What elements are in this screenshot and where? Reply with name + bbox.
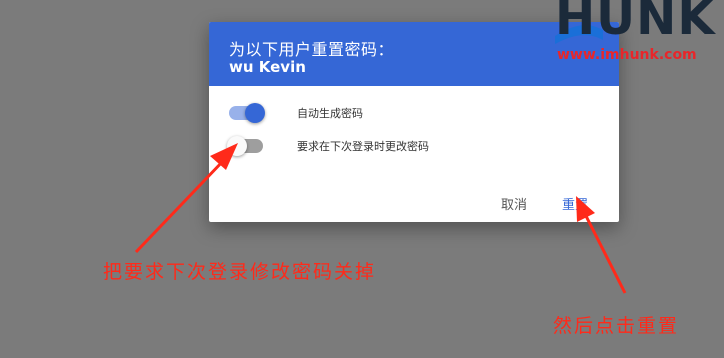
auto-generate-password-row: 自动生成密码 [229, 103, 363, 123]
annotation-reset-note: 然后点击重置 [553, 315, 680, 337]
dialog-title: 为以下用户重置密码： [229, 40, 395, 59]
require-change-password-toggle[interactable] [227, 136, 263, 156]
require-change-password-label: 要求在下次登录时更改密码 [297, 140, 429, 153]
require-change-password-row: 要求在下次登录时更改密码 [227, 136, 429, 156]
auto-generate-password-toggle[interactable] [229, 103, 265, 123]
cancel-button[interactable]: 取消 [493, 190, 535, 217]
dialog-user-name: wu Kevin [229, 58, 306, 76]
annotation-toggle-note: 把要求下次登录修改密码关掉 [103, 261, 377, 283]
toggle-knob [245, 103, 265, 123]
toggle-knob [227, 136, 247, 156]
hunk-logo: HUNK www.imhunk.com [555, 0, 715, 68]
reset-button[interactable]: 重置 [554, 190, 596, 217]
logo-brand: HUNK [555, 0, 716, 46]
logo-url: www.imhunk.com [557, 47, 697, 63]
auto-generate-password-label: 自动生成密码 [297, 107, 363, 120]
